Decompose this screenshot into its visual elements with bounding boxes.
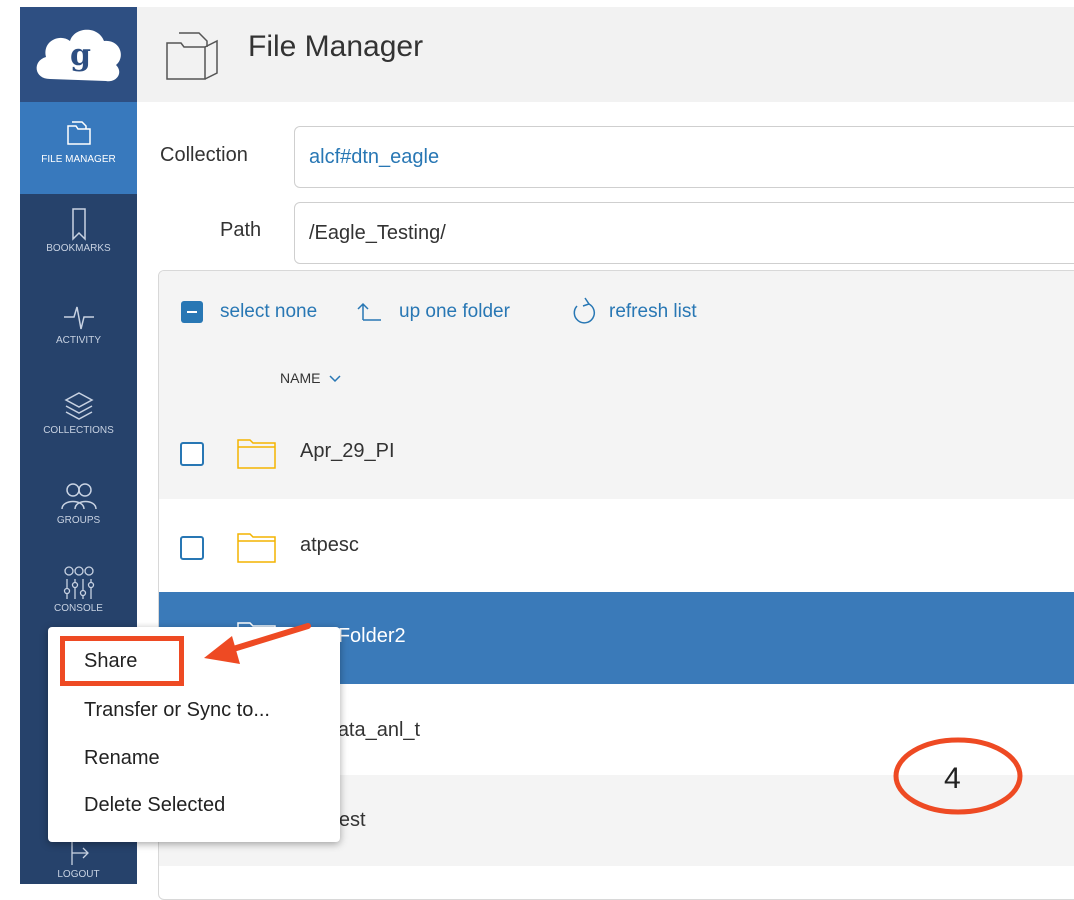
collection-label: Collection — [160, 144, 248, 166]
up-arrow-icon — [357, 302, 381, 321]
path-value: /Eagle_Testing/ — [309, 221, 446, 244]
refresh-icon — [573, 297, 596, 324]
up-one-folder-label: up one folder — [399, 301, 510, 322]
chevron-down-icon — [329, 375, 341, 383]
sidebar-item-label: BOOKMARKS — [46, 243, 111, 254]
logout-icon — [70, 841, 89, 865]
step-number: 4 — [944, 762, 961, 795]
list-toolbar: select none up one folder refresh list — [159, 271, 1074, 354]
globus-cloud-icon: g — [36, 29, 121, 82]
name-column-label: NAME — [280, 370, 321, 386]
sidebar-item-activity[interactable]: ACTIVITY — [20, 289, 137, 375]
path-label: Path — [220, 219, 262, 241]
refresh-list-button[interactable]: refresh list — [569, 271, 697, 353]
row-name: Apr_29_PI — [300, 440, 395, 462]
row-checkbox[interactable] — [180, 536, 204, 560]
table-row[interactable]: Apr_29_PI — [159, 408, 1074, 499]
row-checkbox[interactable] — [180, 442, 204, 466]
sidebar-item-label: GROUPS — [56, 515, 101, 526]
menu-item-rename[interactable]: Rename — [84, 747, 160, 770]
sidebar-item-label: LOGOUT — [57, 869, 100, 880]
annotation-arrow-icon — [204, 623, 311, 664]
sidebar-item-bookmarks[interactable]: BOOKMARKS — [20, 197, 137, 283]
sidebar-item-label: COLLECTIONS — [43, 425, 114, 436]
collection-value: alcf#dtn_eagle — [309, 145, 440, 168]
name-column-header[interactable]: NAME — [280, 370, 342, 386]
menu-item-delete-selected[interactable]: Delete Selected — [84, 794, 225, 817]
path-field[interactable]: /Eagle_Testing/ — [294, 202, 1074, 264]
layers-icon — [63, 392, 94, 420]
bookmark-icon — [71, 208, 86, 241]
list-header: NAME — [159, 353, 1074, 409]
sidebar-item-label: FILE MANAGER — [41, 154, 116, 165]
sidebar-item-groups[interactable]: GROUPS — [20, 469, 137, 555]
menu-item-transfer-or-sync[interactable]: Transfer or Sync to... — [84, 699, 270, 722]
row-name: atpesc — [300, 534, 359, 556]
svg-text:g: g — [70, 38, 91, 73]
globus-logo[interactable]: g — [20, 7, 137, 102]
up-one-folder-button[interactable]: up one folder — [355, 271, 510, 353]
select-none-label: select none — [220, 301, 318, 322]
sidebar-item-file-manager[interactable]: FILE MANAGER — [20, 102, 137, 194]
sidebar-item-label: CONSOLE — [54, 603, 103, 614]
people-icon — [60, 483, 97, 510]
share-highlight-box — [60, 636, 184, 686]
table-row[interactable]: atpesc — [159, 499, 1074, 590]
sidebar-item-console[interactable]: CONSOLE — [20, 559, 137, 629]
select-all-checkbox-icon — [181, 301, 203, 323]
page-title: File Manager — [248, 30, 424, 63]
folder-icon — [237, 533, 276, 563]
sidebar-item-label: ACTIVITY — [55, 335, 101, 346]
sidebar-item-logout[interactable]: LOGOUT — [20, 837, 137, 884]
file-manager-icon — [166, 32, 218, 80]
sidebar-item-collections[interactable]: COLLECTIONS — [20, 379, 137, 465]
sliders-icon — [63, 566, 94, 599]
pulse-icon — [63, 306, 94, 330]
select-none-button[interactable]: select none — [181, 271, 317, 353]
collection-field[interactable]: alcf#dtn_eagle — [294, 126, 1074, 188]
refresh-list-label: refresh list — [609, 301, 697, 322]
folder-icon — [66, 121, 91, 145]
folder-icon — [237, 439, 276, 469]
